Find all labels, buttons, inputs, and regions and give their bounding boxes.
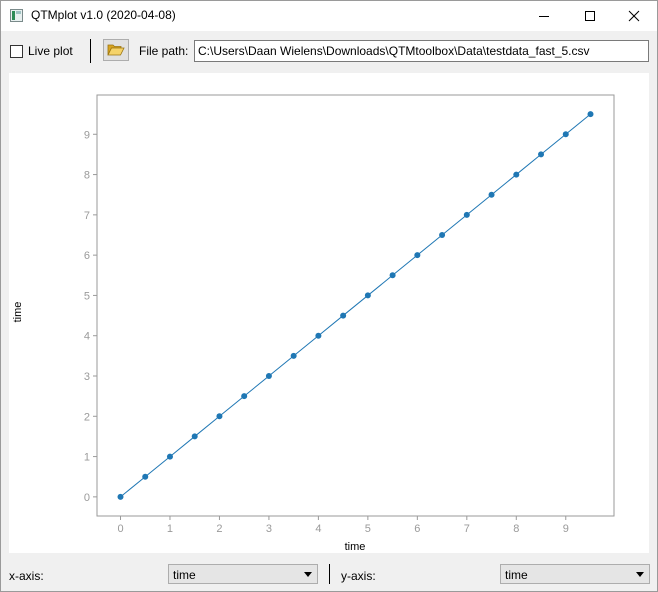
x-tick-label: 7: [464, 523, 470, 535]
data-point: [166, 453, 173, 460]
data-point: [340, 312, 347, 319]
y-tick-label: 7: [84, 210, 90, 222]
title-bar: QTMplot v1.0 (2020-04-08): [1, 1, 657, 31]
data-point: [315, 332, 322, 339]
data-point: [463, 211, 470, 218]
y-tick-label: 3: [84, 371, 90, 383]
y-tick-label: 6: [84, 250, 90, 262]
x-axis-label: x-axis:: [9, 569, 44, 583]
data-point: [191, 433, 198, 440]
y-tick-label: 2: [84, 411, 90, 423]
x-tick-label: 0: [117, 523, 123, 535]
maximize-icon: [585, 11, 595, 21]
minimize-icon: [539, 16, 549, 17]
live-plot-label: Live plot: [28, 44, 73, 58]
close-button[interactable]: [611, 1, 657, 31]
data-point: [364, 292, 371, 299]
x-axis-select-value: time: [173, 568, 196, 582]
data-point: [117, 493, 124, 500]
x-tick-label: 1: [167, 523, 173, 535]
chevron-down-icon: [636, 572, 644, 577]
window-title: QTMplot v1.0 (2020-04-08): [31, 8, 176, 22]
x-tick-label: 2: [216, 523, 222, 535]
x-tick-label: 3: [266, 523, 272, 535]
chevron-down-icon: [304, 572, 312, 577]
x-tick-label: 6: [414, 523, 420, 535]
y-axis-select[interactable]: time: [500, 564, 650, 584]
data-point: [241, 393, 248, 400]
data-point: [587, 111, 594, 118]
data-point: [389, 272, 396, 279]
file-path-label: File path:: [139, 44, 189, 58]
data-point: [439, 231, 446, 238]
file-path-input[interactable]: C:\Users\Daan Wielens\Downloads\QTMtoolb…: [194, 40, 649, 62]
x-tick-label: 9: [563, 523, 569, 535]
toolbar-divider: [90, 39, 91, 63]
toolbar: Live plot File path: C:\Users\Daan Wiele…: [1, 31, 657, 71]
x-tick-label: 5: [365, 523, 371, 535]
y-axis-select-value: time: [505, 568, 528, 582]
data-point: [488, 191, 495, 198]
data-point: [142, 473, 149, 480]
close-icon: [628, 10, 640, 22]
minimize-button[interactable]: [521, 1, 567, 31]
y-tick-label: 5: [84, 290, 90, 302]
x-tick-label: 8: [513, 523, 519, 535]
data-point: [562, 131, 569, 138]
y-tick-label: 0: [84, 492, 90, 504]
data-point: [538, 151, 545, 158]
y-axis-title: time: [12, 302, 24, 323]
y-axis-label: y-axis:: [341, 569, 376, 583]
y-tick-label: 4: [84, 331, 90, 343]
x-axis-select[interactable]: time: [168, 564, 318, 584]
data-point: [513, 171, 520, 178]
y-tick-label: 9: [84, 129, 90, 141]
bottom-divider: [329, 564, 330, 584]
line-chart: 0 1 2 3 4 5 6 7 8 9 0 1 2 3 4 5 6 7 8 9 time time: [12, 94, 615, 553]
maximize-button[interactable]: [567, 1, 613, 31]
app-icon: [10, 9, 23, 22]
x-tick-label: 4: [315, 523, 321, 535]
data-point: [216, 413, 223, 420]
plot-canvas[interactable]: 0 1 2 3 4 5 6 7 8 9 0 1 2 3 4 5 6 7 8 9 time time: [9, 73, 649, 553]
y-tick-label: 8: [84, 170, 90, 182]
data-point: [265, 373, 272, 380]
data-point: [290, 352, 297, 359]
folder-open-icon: [107, 44, 125, 56]
axis-selector-bar: x-axis: time y-axis: time: [1, 557, 657, 591]
data-point: [414, 252, 421, 259]
main-window: QTMplot v1.0 (2020-04-08) Live plot File…: [0, 0, 658, 592]
y-tick-label: 1: [84, 452, 90, 464]
x-axis-title: time: [345, 541, 366, 553]
live-plot-checkbox[interactable]: [10, 45, 23, 58]
open-file-button[interactable]: [103, 39, 129, 61]
